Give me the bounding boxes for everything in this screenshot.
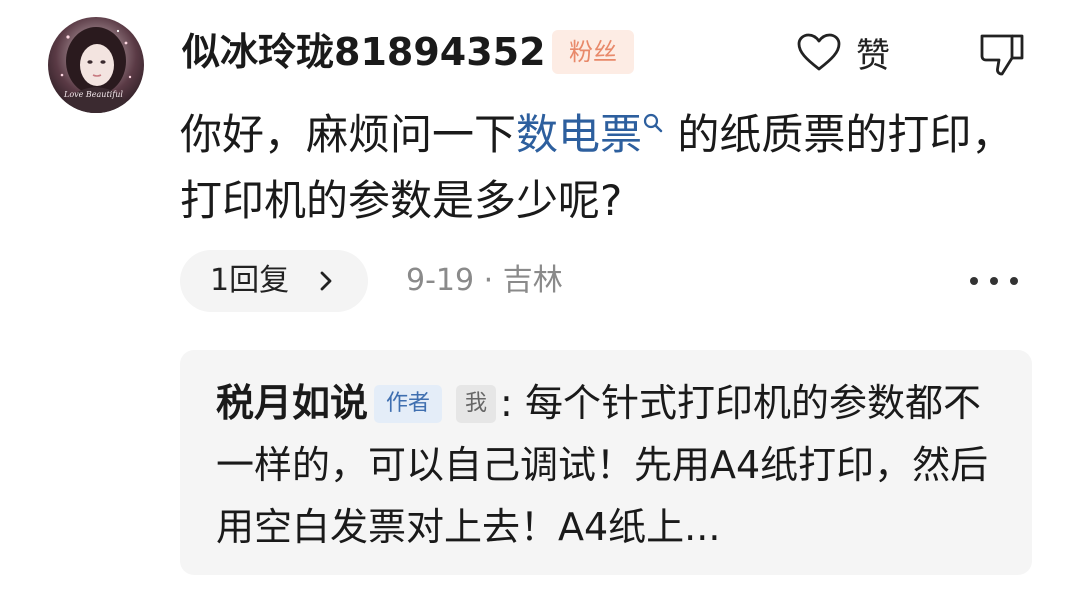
author-tag: 作者	[374, 385, 443, 423]
sub-reply-colon: :	[500, 381, 513, 425]
me-tag: 我	[456, 385, 497, 423]
sub-reply-box[interactable]: 税月如说 作者我: 每个针式打印机的参数都不一样的，可以自己调试！先用A4纸打印，…	[180, 350, 1032, 575]
more-dots-icon	[970, 277, 1018, 285]
heart-outline-icon	[797, 33, 841, 71]
comment-location: 吉林	[502, 263, 563, 298]
avatar-image: Love Beautiful	[48, 17, 144, 113]
more-options-button[interactable]	[966, 268, 1022, 294]
search-icon	[643, 113, 663, 133]
username[interactable]: 似冰玲珑81894352	[182, 28, 546, 76]
comment-card: Love Beautiful 似冰玲珑81894352 粉丝 赞 你好，麻烦问一…	[0, 0, 1080, 601]
like-button[interactable]: 赞	[796, 26, 890, 78]
chevron-right-icon	[316, 250, 336, 334]
reply-count: 1回复	[210, 263, 290, 298]
comment-date: 9-19	[406, 263, 475, 298]
comment-text-before: 你好，麻烦问一下	[180, 110, 517, 159]
avatar-overlay-text: Love Beautiful	[63, 90, 123, 99]
fan-badge: 粉丝	[552, 30, 634, 74]
meta-separator: ·	[483, 263, 494, 298]
view-replies-button[interactable]: 1回复	[180, 250, 368, 312]
comment-text: 你好，麻烦问一下数电票 的纸质票的打印，打印机的参数是多少呢?	[180, 102, 1040, 234]
topic-link-label: 数电票	[516, 110, 643, 159]
dislike-button[interactable]	[978, 30, 1026, 78]
like-label: 赞	[856, 35, 890, 76]
sub-reply-content: 税月如说 作者我: 每个针式打印机的参数都不一样的，可以自己调试！先用A4纸打印，…	[216, 372, 1006, 558]
avatar[interactable]: Love Beautiful	[48, 17, 144, 113]
topic-link[interactable]: 数电票	[516, 110, 664, 159]
thumbs-down-outline-icon	[980, 34, 1024, 76]
sub-reply-author[interactable]: 税月如说	[216, 381, 368, 425]
comment-meta: 9-19 · 吉林	[406, 258, 563, 304]
